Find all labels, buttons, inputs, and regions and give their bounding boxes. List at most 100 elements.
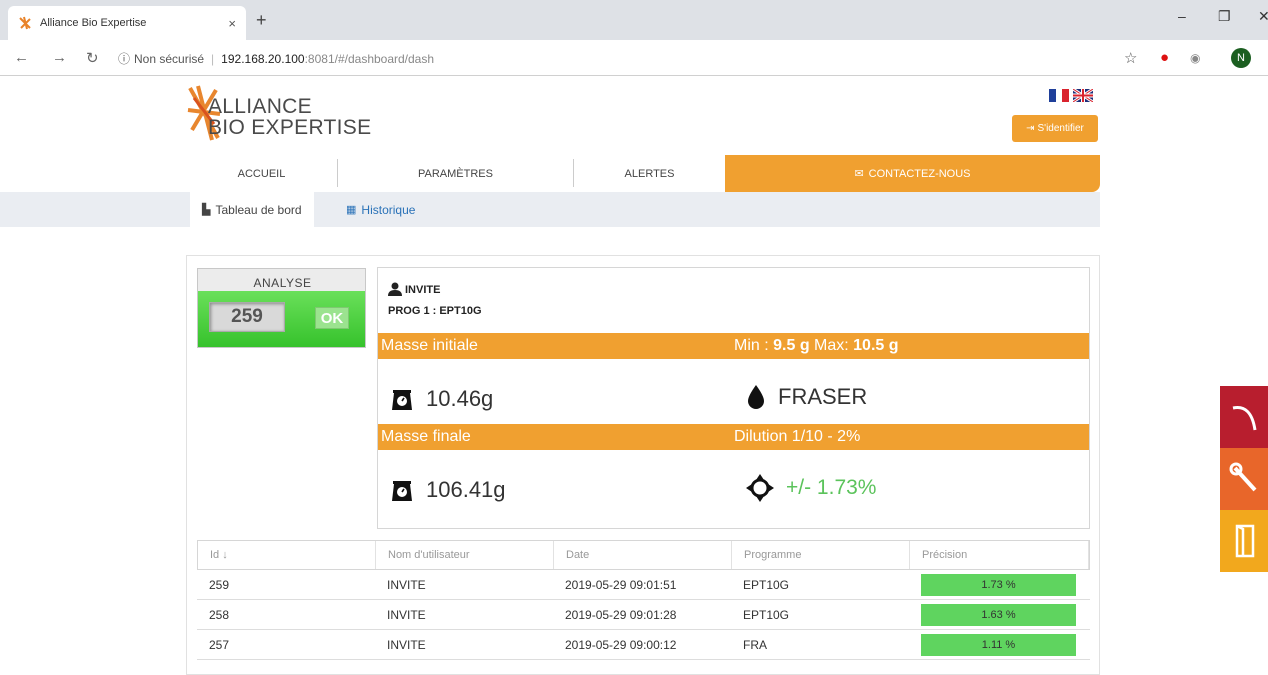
initial-mass-value: 10.46g [390, 386, 493, 412]
precision-badge: 1.11 % [921, 633, 1076, 656]
nav-contact[interactable]: ✉ CONTACTEZ-NOUS [725, 155, 1100, 192]
uk-flag-icon[interactable] [1073, 89, 1093, 102]
cell-date: 2019-05-29 09:01:51 [565, 577, 677, 592]
opera-extension-icon[interactable]: ● [1160, 49, 1169, 66]
language-selector [1049, 89, 1093, 102]
nav-contact-label: CONTACTEZ-NOUS [868, 167, 971, 180]
wrench-icon [1229, 462, 1257, 492]
final-mass-band: Masse finale Dilution 1/10 - 2% [378, 424, 1089, 450]
final-mass-value: 106.41g [390, 477, 506, 503]
tab-close-icon[interactable]: × [228, 16, 236, 31]
extension-icon[interactable]: ◉ [1190, 51, 1200, 65]
nav-home[interactable]: ACCUEIL [186, 155, 337, 192]
reload-icon[interactable]: ↻ [86, 49, 99, 67]
program-label: PROG 1 : EPT10G [388, 305, 482, 317]
area-chart-icon: ▙ [202, 204, 211, 216]
analyse-status: OK [315, 307, 349, 329]
door-icon [1235, 524, 1255, 558]
analyse-box: ANALYSE 259 OK [197, 268, 366, 348]
precision-badge: 1.63 % [921, 603, 1076, 626]
bookmark-star-icon[interactable]: ☆ [1124, 49, 1137, 67]
back-icon[interactable]: ← [14, 49, 29, 66]
col-date[interactable]: Date [554, 541, 732, 569]
url-field[interactable]: ⓘ Non sécurisé | 192.168.20.100 :8081/#/… [118, 50, 434, 67]
tab-history-label: Historique [361, 202, 416, 217]
table-row[interactable]: 257 INVITE 2019-05-29 09:00:12 FRA 1.11 … [197, 630, 1090, 660]
analysis-info-panel: INVITE PROG 1 : EPT10G Masse initiale Mi… [377, 267, 1090, 529]
analyse-number: 259 [209, 302, 285, 332]
cell-id: 257 [209, 637, 230, 652]
security-label: Non sécurisé [134, 51, 205, 66]
cell-user: INVITE [387, 577, 426, 592]
side-door-button[interactable] [1220, 510, 1268, 572]
logo-line-1: ALLIANCE [208, 95, 312, 118]
browser-tab[interactable]: Alliance Bio Expertise × [8, 6, 246, 40]
cell-program: EPT10G [743, 607, 790, 622]
logo-text: ALLIANCE BIO EXPERTISE [208, 96, 371, 138]
user-line: INVITE [388, 282, 440, 296]
browser-tab-bar: Alliance Bio Expertise × + – ❐ ✕ [0, 0, 1268, 40]
url-host: 192.168.20.100 [221, 51, 305, 66]
precision-badge: 1.73 % [921, 573, 1076, 596]
tab-title: Alliance Bio Expertise [40, 17, 147, 29]
scale-icon [392, 481, 412, 501]
initial-mass-title: Masse initiale [381, 337, 478, 354]
tab-dashboard-label: Tableau de bord [215, 202, 302, 217]
initial-mass: 10.46g [426, 386, 494, 411]
url-separator: | [211, 51, 215, 66]
envelope-icon: ✉ [854, 168, 864, 180]
minimize-button[interactable]: – [1178, 8, 1186, 24]
profile-avatar[interactable]: N [1231, 48, 1251, 68]
nav-alerts[interactable]: ALERTES [574, 155, 725, 192]
dilution-label: Dilution 1/10 - 2% [734, 428, 861, 445]
site-favicon-icon [18, 16, 32, 30]
final-mass: 106.41g [426, 477, 506, 502]
pipette-icon [1232, 405, 1257, 431]
user-name: INVITE [405, 284, 441, 296]
french-flag-icon[interactable] [1049, 89, 1070, 102]
col-program[interactable]: Programme [732, 541, 910, 569]
medium: FRASER [778, 384, 868, 409]
col-user[interactable]: Nom d'utilisateur [376, 541, 554, 569]
login-label: S'identifier [1037, 123, 1084, 134]
table-row[interactable]: 259 INVITE 2019-05-29 09:01:51 EPT10G 1.… [197, 570, 1090, 600]
side-tools-button[interactable] [1220, 448, 1268, 510]
scale-icon [392, 390, 412, 410]
cell-program: EPT10G [743, 577, 790, 592]
col-precision[interactable]: Précision [910, 541, 1089, 569]
cell-precision: 1.73 % [909, 570, 1090, 599]
precision: +/- 1.73% [786, 476, 877, 499]
login-button[interactable]: ⇥ S'identifier [1012, 115, 1098, 142]
cell-precision: 1.63 % [909, 600, 1090, 629]
new-tab-button[interactable]: + [256, 10, 267, 31]
cell-user: INVITE [387, 607, 426, 622]
cell-user: INVITE [387, 637, 426, 652]
login-icon: ⇥ [1026, 123, 1035, 134]
drop-icon [748, 385, 764, 409]
logo-line-2: BIO EXPERTISE [208, 116, 372, 139]
initial-mass-band: Masse initiale Min : 9.5 g Max: 10.5 g [378, 333, 1089, 359]
main-nav: ACCUEIL PARAMÈTRES ALERTES ✉ CONTACTEZ-N… [186, 155, 1100, 192]
table-row[interactable]: 258 INVITE 2019-05-29 09:01:28 EPT10G 1.… [197, 600, 1090, 630]
restore-button[interactable]: ❐ [1218, 8, 1231, 25]
final-mass-title: Masse finale [381, 428, 471, 445]
nav-params[interactable]: PARAMÈTRES [338, 155, 573, 192]
sub-nav: ▙ Tableau de bord ▦ Historique [0, 192, 1100, 227]
col-id[interactable]: Id ↓ [198, 541, 376, 569]
medium-value: FRASER [746, 384, 867, 410]
tab-dashboard[interactable]: ▙ Tableau de bord [190, 192, 314, 227]
crosshair-icon [746, 474, 774, 502]
info-icon[interactable]: ⓘ [118, 50, 130, 67]
forward-icon[interactable]: → [52, 49, 67, 66]
calendar-icon: ▦ [346, 204, 357, 216]
side-pipette-button[interactable] [1220, 386, 1268, 448]
cell-date: 2019-05-29 09:00:12 [565, 637, 677, 652]
history-table: Id ↓ Nom d'utilisateur Date Programme Pr… [197, 540, 1090, 660]
cell-date: 2019-05-29 09:01:28 [565, 607, 677, 622]
user-icon [388, 282, 402, 296]
analyse-label: ANALYSE [253, 276, 312, 290]
close-window-button[interactable]: ✕ [1258, 8, 1268, 25]
cell-id: 259 [209, 577, 230, 592]
tab-history[interactable]: ▦ Historique [334, 192, 427, 227]
url-path: :8081/#/dashboard/dash [304, 51, 435, 66]
